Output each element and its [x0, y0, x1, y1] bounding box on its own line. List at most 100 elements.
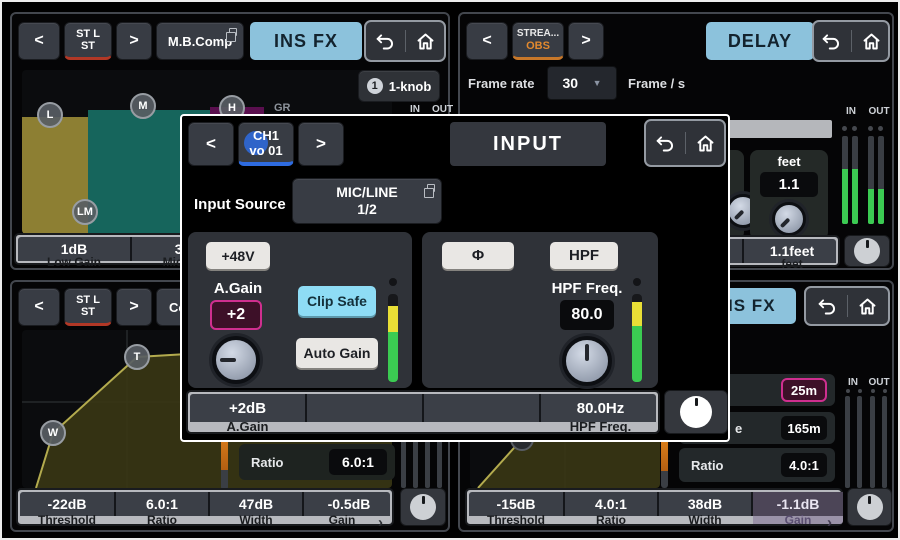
analog-gain-value[interactable]: +2 — [210, 300, 262, 330]
input-source-button[interactable]: MIC/LINE 1/2 — [292, 178, 442, 224]
encoder-knob-box[interactable] — [664, 390, 728, 434]
prev-channel-button[interactable]: < — [18, 22, 60, 60]
gr-meter-label: GR — [274, 102, 291, 114]
footer-empty-cell — [307, 394, 422, 422]
in-meter-l — [842, 136, 848, 224]
ratio-row-value[interactable]: 4.0:1 — [781, 453, 827, 477]
param-footer[interactable]: +2dB 80.0Hz A.Gain HPF Freq. — [186, 390, 660, 434]
caret-down-icon: ▼ — [593, 78, 602, 88]
width-label: Width — [659, 516, 751, 524]
param-footer[interactable]: -15dB 4.0:1 38dB -1.1dB Threshold Ratio … — [465, 488, 843, 526]
undo-icon[interactable] — [821, 31, 842, 52]
release-row-label-fragment: e — [735, 421, 742, 436]
footer-empty-cell — [424, 394, 539, 422]
channel-select-button[interactable]: CH1 vo 01 — [238, 122, 294, 166]
lowmid-crossover-handle[interactable]: LM — [72, 199, 98, 225]
width-handle[interactable]: W — [40, 420, 66, 446]
tab-delay[interactable]: DELAY — [706, 22, 814, 60]
ratio-param-row[interactable]: Ratio 6.0:1 — [239, 444, 395, 480]
encoder-knob-box[interactable] — [844, 235, 890, 267]
channel-name-top: ST L — [76, 28, 100, 40]
out-meter-r — [878, 136, 884, 224]
channel-name-bottom: OBS — [526, 40, 550, 52]
out-meter-label: OUT — [864, 106, 894, 117]
next-channel-button[interactable]: > — [116, 288, 152, 326]
hpf-button[interactable]: HPF — [550, 242, 618, 269]
encoder-knob-box[interactable] — [400, 488, 446, 526]
feet-value[interactable]: 1.1 — [760, 172, 818, 197]
frame-rate-unit: Frame / s — [628, 76, 685, 91]
clip-indicator — [633, 278, 641, 286]
ratio-label: Ratio — [116, 516, 208, 524]
channel-id: CH1 — [253, 128, 279, 143]
screen-frame: < ST L ST > M.B.Comp INS FX L M H LM GR … — [0, 0, 900, 540]
nav-divider — [851, 30, 852, 52]
undo-icon[interactable] — [375, 31, 396, 52]
ratio-param-row[interactable]: Ratio 4.0:1 — [679, 448, 835, 482]
auto-gain-button[interactable]: Auto Gain — [296, 338, 378, 368]
prev-channel-button[interactable]: < — [188, 122, 234, 166]
channel-select-button[interactable]: ST L ST — [64, 288, 112, 326]
attack-row-value[interactable]: 25m — [781, 378, 827, 402]
one-knob-label: 1-knob — [389, 79, 432, 94]
copy-icon — [229, 28, 237, 36]
undo-icon[interactable] — [655, 133, 676, 154]
channel-select-button[interactable]: STREA... OBS — [512, 22, 564, 60]
next-channel-button[interactable]: > — [298, 122, 344, 166]
hpf-footer-label: HPF Freq. — [541, 420, 660, 432]
channel-select-button[interactable]: ST L ST — [64, 22, 112, 60]
prev-channel-button[interactable]: < — [466, 22, 508, 60]
tab-ins-fx[interactable]: INS FX — [250, 22, 362, 60]
undo-icon[interactable] — [817, 296, 838, 317]
phantom-48v-button[interactable]: +48V — [206, 242, 270, 269]
delay-feet-card: feet 1.1 — [750, 150, 828, 240]
next-channel-button[interactable]: > — [116, 22, 152, 60]
prev-channel-button[interactable]: < — [18, 288, 60, 326]
gr-meter — [661, 435, 668, 488]
clip-safe-button[interactable]: Clip Safe — [298, 286, 376, 316]
next-channel-button[interactable]: > — [568, 22, 604, 60]
clip-indicator — [868, 126, 873, 131]
ratio-row-value[interactable]: 6.0:1 — [329, 449, 387, 475]
home-icon[interactable] — [861, 31, 882, 52]
encoder-knob-icon — [680, 396, 712, 428]
more-params-chevron-icon[interactable]: › — [378, 514, 383, 531]
low-band-handle[interactable]: L — [37, 102, 63, 128]
clip-indicator — [883, 389, 887, 393]
clip-indicator — [846, 389, 850, 393]
gain-label: Gain — [304, 516, 380, 524]
nav-divider — [685, 132, 686, 154]
more-params-chevron-icon[interactable]: › — [827, 514, 832, 531]
input-source-line1: MIC/LINE — [336, 184, 397, 201]
fx-preset-label: M.B.Comp — [168, 34, 232, 49]
nav-box — [364, 20, 446, 62]
one-knob-button[interactable]: 1 1-knob — [358, 70, 440, 102]
threshold-label: Threshold — [20, 516, 114, 524]
in-meter-r — [852, 136, 858, 224]
param-footer[interactable]: -22dB 6.0:1 47dB -0.5dB Threshold Ratio … — [16, 488, 394, 526]
home-icon[interactable] — [695, 133, 716, 154]
channel-name-bottom: ST — [81, 306, 95, 318]
home-icon[interactable] — [857, 296, 878, 317]
analog-gain-knob[interactable] — [212, 336, 260, 384]
clip-indicator — [852, 126, 857, 131]
phase-button[interactable]: Φ — [442, 242, 514, 269]
in-meter-label: IN — [840, 106, 862, 117]
fx-preset-button[interactable]: M.B.Comp — [156, 22, 244, 60]
release-row-value[interactable]: 165m — [781, 416, 827, 440]
in-meter-label: IN — [843, 377, 863, 388]
frame-rate-select[interactable]: 30 ▼ — [547, 66, 617, 100]
hpf-freq-value[interactable]: 80.0 — [560, 300, 614, 330]
home-icon[interactable] — [415, 31, 436, 52]
frame-rate-label: Frame rate — [468, 76, 534, 91]
phase-hpf-card: Φ HPF HPF Freq. 80.0 — [422, 232, 658, 388]
channel-name-top: ST L — [76, 294, 100, 306]
encoder-knob-box[interactable] — [847, 488, 892, 526]
feet-knob[interactable] — [772, 202, 806, 236]
out-meter-l — [868, 136, 874, 224]
channel-name-bottom: ST — [81, 40, 95, 52]
hpf-freq-knob[interactable] — [562, 336, 612, 386]
threshold-handle[interactable]: T — [124, 344, 150, 370]
mid-band-handle[interactable]: M — [130, 93, 156, 119]
channel-name-top: STREA... — [517, 28, 559, 40]
